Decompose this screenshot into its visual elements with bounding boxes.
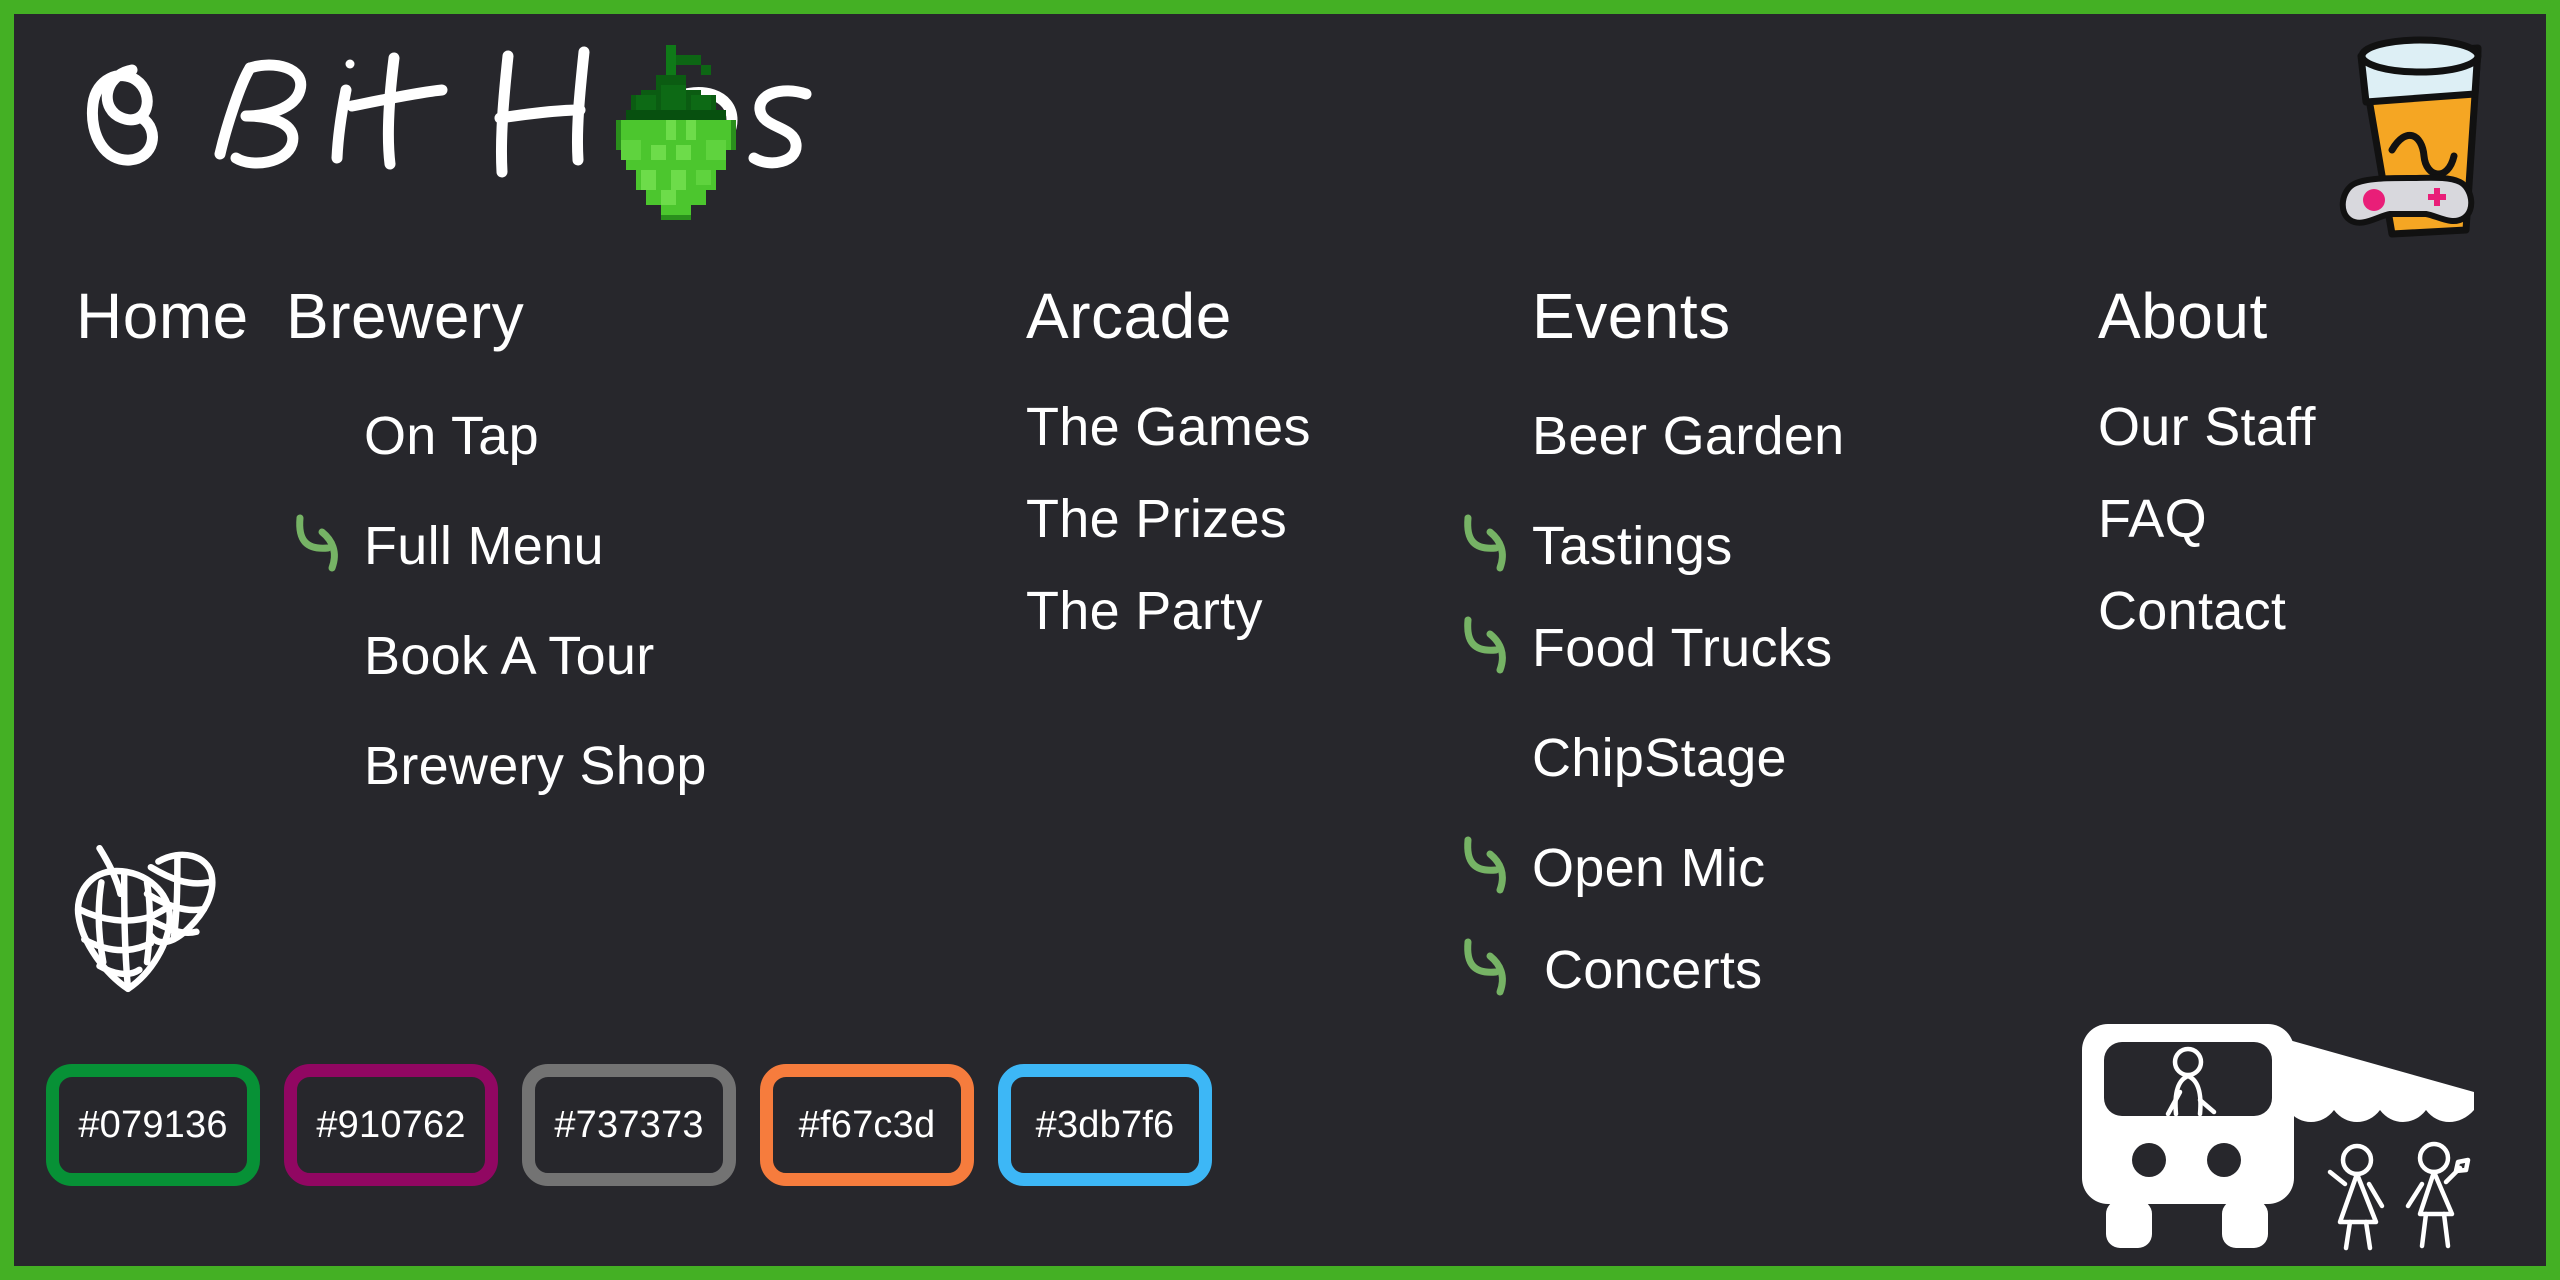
nav-item-open-mic[interactable]: Open Mic — [1532, 841, 1765, 895]
color-swatch-label: #737373 — [554, 1103, 704, 1146]
nav-row: Food Trucks — [1454, 612, 1844, 684]
nav-column-home: Home — [76, 284, 249, 348]
nav-row: The Prizes — [1026, 492, 1311, 546]
nav-item-on-tap[interactable]: On Tap — [364, 409, 539, 463]
nav-item-brewery-shop[interactable]: Brewery Shop — [364, 739, 707, 793]
arrow-slot — [1454, 832, 1532, 904]
nav-item-chipstage[interactable]: ChipStage — [1532, 731, 1787, 785]
nav-item-faq[interactable]: FAQ — [2098, 492, 2207, 546]
arrow-slot — [1454, 934, 1532, 1006]
nav-row: Book A Tour — [286, 620, 707, 692]
beer-glass-svg — [2339, 36, 2482, 238]
nav-row: The Party — [1026, 584, 1311, 638]
nav-title-events[interactable]: Events — [1532, 284, 1844, 348]
arrow-slot — [1454, 612, 1532, 684]
nav-row: ChipStage — [1454, 722, 1844, 794]
brand-logo[interactable] — [60, 32, 900, 220]
nav-title-about[interactable]: About — [2098, 284, 2316, 348]
color-swatch-label: #910762 — [316, 1103, 466, 1146]
arrow-slot — [286, 620, 364, 692]
curved-arrow-icon — [1464, 616, 1506, 674]
beer-glass-with-gamepad-icon — [2330, 22, 2510, 242]
nav-item-book-a-tour[interactable]: Book A Tour — [364, 629, 655, 683]
nav-item-the-prizes[interactable]: The Prizes — [1026, 492, 1287, 546]
brand-logo-svg — [86, 46, 812, 198]
food-truck-svg — [2082, 1024, 2474, 1251]
nav-row: Our Staff — [2098, 400, 2316, 454]
nav-item-full-menu[interactable]: Full Menu — [364, 519, 604, 573]
nav-row: Full Menu — [286, 510, 707, 582]
arrow-slot — [1454, 400, 1532, 472]
color-swatch-label: #f67c3d — [798, 1103, 936, 1146]
curved-arrow-icon — [296, 514, 338, 572]
nav-item-our-staff[interactable]: Our Staff — [2098, 400, 2316, 454]
nav-item-tastings[interactable]: Tastings — [1532, 519, 1733, 573]
hop-cone-outline-icon — [52, 814, 242, 1004]
nav-row: The Games — [1026, 400, 1311, 454]
color-swatch[interactable]: #f67c3d — [760, 1064, 974, 1186]
nav-item-concerts[interactable]: Concerts — [1544, 943, 1762, 997]
nav-column-brewery: Brewery On Tap Full Menu Book A Tour Bre… — [286, 284, 707, 802]
pixel-hop-cone-icon — [616, 45, 736, 220]
color-swatch[interactable]: #079136 — [46, 1064, 260, 1186]
nav-item-contact[interactable]: Contact — [2098, 584, 2286, 638]
color-swatch[interactable]: #3db7f6 — [998, 1064, 1212, 1186]
nav-row: Contact — [2098, 584, 2316, 638]
arrow-slot — [286, 730, 364, 802]
nav-item-food-trucks[interactable]: Food Trucks — [1532, 621, 1832, 675]
nav-row: FAQ — [2098, 492, 2316, 546]
nav-row: Open Mic — [1454, 832, 1844, 904]
arrow-slot — [286, 510, 364, 582]
food-truck-icon — [2064, 1014, 2484, 1254]
nav-column-about: About Our Staff FAQ Contact — [2098, 284, 2316, 638]
hop-cone-outline-svg — [74, 844, 216, 993]
nav-row: Concerts — [1454, 934, 1844, 1006]
color-swatch-label: #079136 — [78, 1103, 228, 1146]
color-swatch[interactable]: #737373 — [522, 1064, 736, 1186]
arrow-slot — [1454, 510, 1532, 582]
gamepad-icon — [2339, 174, 2475, 226]
nav-item-beer-garden[interactable]: Beer Garden — [1532, 409, 1844, 463]
nav-item-the-party[interactable]: The Party — [1026, 584, 1263, 638]
arrow-slot — [286, 400, 364, 472]
nav-item-the-games[interactable]: The Games — [1026, 400, 1311, 454]
nav-title-brewery[interactable]: Brewery — [286, 284, 707, 348]
curved-arrow-icon — [1464, 938, 1506, 996]
nav-row: Brewery Shop — [286, 730, 707, 802]
color-palette: #079136 #910762 #737373 #f67c3d #3db7f6 — [46, 1064, 1212, 1186]
color-swatch-label: #3db7f6 — [1035, 1103, 1175, 1146]
nav-row: Tastings — [1454, 510, 1844, 582]
curved-arrow-icon — [1464, 836, 1506, 894]
color-swatch[interactable]: #910762 — [284, 1064, 498, 1186]
nav-title-arcade[interactable]: Arcade — [1026, 284, 1311, 348]
sitemap-board: Home Brewery On Tap Full Menu Book A Tou… — [14, 14, 2546, 1266]
nav-column-events: Events Beer Garden Tastings Food Trucks … — [1454, 284, 1844, 1006]
nav-title-home[interactable]: Home — [76, 284, 249, 348]
arrow-slot — [1454, 722, 1532, 794]
nav-column-arcade: Arcade The Games The Prizes The Party — [1026, 284, 1311, 638]
nav-row: Beer Garden — [1454, 400, 1844, 472]
curved-arrow-icon — [1464, 514, 1506, 572]
nav-row: On Tap — [286, 400, 707, 472]
